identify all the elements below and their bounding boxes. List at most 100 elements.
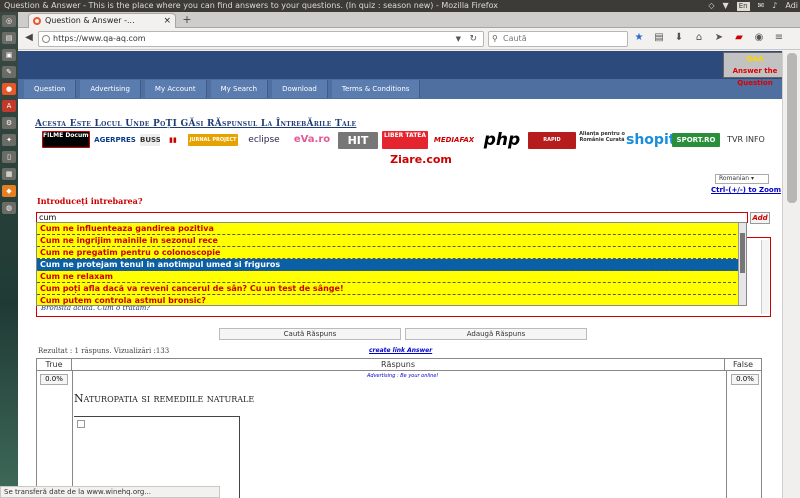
site-menu: Question Advertising My Account My Searc… — [18, 79, 800, 99]
partner-logo-flag[interactable]: ▮▮ — [162, 134, 184, 146]
menu-terms[interactable]: Terms & Conditions — [331, 80, 421, 98]
menu-my-search[interactable]: My Search — [210, 80, 269, 98]
create-link-answer[interactable]: create link Answer — [369, 347, 432, 354]
search-icon: ⚲ — [492, 34, 498, 43]
suggestion-item[interactable]: Cum ne pregatim pentru o colonoscopie — [37, 247, 746, 259]
gimp-icon[interactable]: ✦ — [2, 134, 16, 146]
tab-title: Question & Answer -... — [45, 16, 135, 25]
app2-icon[interactable]: ◆ — [2, 185, 16, 197]
files-icon[interactable]: ▤ — [2, 32, 16, 44]
url-bar[interactable]: https://www.qa-aq.com ▼ ↻ — [38, 31, 484, 47]
suggestion-item[interactable]: Cum putem controla astmul bronsic? — [37, 295, 746, 305]
globe-icon — [42, 35, 50, 43]
results-scrollbar[interactable] — [761, 240, 769, 314]
answer-table-header: True Răspuns False — [37, 359, 761, 371]
partner-logo-eclipse[interactable]: eclipse — [240, 134, 288, 146]
editor-icon[interactable]: ✎ — [2, 66, 16, 78]
partner-logo-hit[interactable]: HIT — [338, 132, 378, 149]
suggestion-item[interactable]: Cum ne ingrijim mainile in sezonul rece — [37, 235, 746, 247]
chat-icon[interactable]: ◉ — [752, 31, 766, 45]
dropbox-icon[interactable]: ◇ — [708, 0, 714, 12]
zoom-hint-link[interactable]: Ctrl-(+/-) to Zoom — [711, 186, 781, 194]
unity-launcher: ◎ ▤ ▣ ✎ ● A ⚙ ✦ ▯ ▦ ◆ ◍ — [0, 12, 18, 498]
pdf-icon[interactable]: ▰ — [732, 31, 746, 45]
keyboard-layout[interactable]: En — [736, 1, 750, 11]
partner-logo-mediafax[interactable]: MEDIAFAX — [430, 134, 478, 146]
col-true-header: True — [37, 359, 72, 370]
suggestion-item[interactable]: Cum ne influenteaza gandirea pozitiva — [37, 223, 746, 235]
partner-logo-sport[interactable]: SPORT.RO — [672, 133, 720, 147]
tab-favicon-icon — [33, 17, 41, 25]
dropdown-scroll-thumb[interactable] — [740, 233, 745, 273]
tab-active[interactable]: Question & Answer -... × — [28, 13, 176, 28]
user-name[interactable]: Adi — [785, 0, 798, 12]
trash-icon[interactable]: ▯ — [2, 151, 16, 163]
downloads-icon[interactable]: ⬇ — [672, 31, 686, 45]
partner-logo-rapid[interactable]: RAPID — [528, 132, 576, 149]
close-tab-icon[interactable]: × — [163, 14, 171, 28]
volume-icon[interactable]: ♪ — [772, 0, 777, 12]
menu-my-account[interactable]: My Account — [144, 80, 207, 98]
add-button[interactable]: Add — [750, 212, 770, 224]
system-tray: ◇ ▼ En ✉ ♪ Adi — [708, 0, 798, 12]
wifi-icon[interactable]: ▼ — [723, 0, 729, 12]
site-logo[interactable]: Q&A Answer the Question — [723, 52, 787, 87]
page-scroll-thumb[interactable] — [787, 53, 797, 203]
question-label: Introduceți intrebarea? — [37, 196, 143, 206]
partner-logo-ziare[interactable]: Ziare.com — [376, 152, 466, 168]
reload-icon[interactable]: ↻ — [469, 32, 477, 46]
menu-download[interactable]: Download — [272, 80, 328, 98]
firefox-icon[interactable]: ● — [2, 83, 16, 95]
vote-false-button[interactable]: 0.0% — [731, 374, 759, 385]
window-title: Question & Answer - This is the place wh… — [4, 1, 498, 10]
partner-logo-shopit[interactable]: shopit — [626, 130, 674, 150]
add-answer-button[interactable]: Adaugă Răspuns — [405, 328, 587, 340]
language-select[interactable]: Romanian ▾ — [715, 174, 769, 184]
workspace-icon[interactable]: ▦ — [2, 168, 16, 180]
dropdown-scrollbar[interactable] — [738, 223, 746, 305]
mail-icon[interactable]: ✉ — [758, 0, 765, 12]
suggestion-item[interactable]: Cum poți afla dacă va reveni cancerul de… — [37, 283, 746, 295]
partner-logo-libertatea[interactable]: LIBER TATEA — [382, 131, 428, 149]
back-arrow-icon[interactable]: ◀ — [22, 31, 36, 45]
dropdown-icon[interactable]: ▼ — [456, 32, 461, 46]
logo-top: Q&A — [746, 55, 764, 63]
settings-icon[interactable]: ⚙ — [2, 117, 16, 129]
partner-logo-jurnal[interactable]: JURNAL PROJECT — [188, 134, 238, 146]
menu-question[interactable]: Question — [24, 80, 77, 98]
bookmarks-icon[interactable]: ▤ — [652, 31, 666, 45]
site-tagline: Acesta Este Locul Unde PoȚI GĂsi RĂspuns… — [35, 119, 357, 129]
partner-logo-php[interactable]: php — [478, 130, 526, 150]
column-divider — [726, 371, 727, 498]
bookmark-star-icon[interactable]: ★ — [632, 31, 646, 45]
search-placeholder: Caută — [503, 34, 527, 43]
page-content: Q&A Answer the Question Question Adverti… — [18, 51, 800, 498]
terminal-icon[interactable]: ▣ — [2, 49, 16, 61]
page-scrollbar[interactable] — [782, 51, 800, 498]
dash-icon[interactable]: ◎ — [2, 15, 16, 27]
partner-logo-tvr[interactable]: TVR INFO — [722, 134, 770, 146]
partner-logo-aliante[interactable]: Alianța pentru o Românie Curată — [578, 131, 626, 149]
status-bar: Se transferă date de la www.winehq.org..… — [0, 486, 220, 498]
partner-logo-buss[interactable]: BUSS — [140, 134, 160, 146]
suggestion-item[interactable]: Cum ne relaxam — [37, 271, 746, 283]
send-icon[interactable]: ➤ — [712, 31, 726, 45]
suggestion-item-selected[interactable]: Cum ne protejam tenul in anotimpul umed … — [37, 259, 746, 271]
language-value: Romanian — [719, 175, 750, 182]
search-answer-button[interactable]: Caută Răspuns — [219, 328, 401, 340]
new-tab-icon[interactable]: + — [180, 13, 194, 27]
home-icon[interactable]: ⌂ — [692, 31, 706, 45]
partner-logo-filme[interactable]: FILME Documentare — [42, 131, 90, 148]
toolbar-icons: ★ ▤ ⬇ ⌂ ➤ ▰ ◉ ≡ — [632, 31, 786, 47]
partner-logo-agerpres[interactable]: AGERPRES — [92, 134, 138, 146]
menu-advertising[interactable]: Advertising — [80, 80, 141, 98]
logo-bottom: Answer the Question — [732, 67, 778, 87]
app-icon[interactable]: A — [2, 100, 16, 112]
search-input[interactable]: ⚲ Caută — [488, 31, 628, 47]
partner-logo-eva[interactable]: eVa.ro — [288, 132, 336, 148]
menu-icon[interactable]: ≡ — [772, 31, 786, 45]
vote-true-button[interactable]: 0.0% — [40, 374, 68, 385]
app3-icon[interactable]: ◍ — [2, 202, 16, 214]
advertising-link[interactable]: Advertising : Be your online! — [367, 373, 438, 379]
broken-image-icon — [77, 420, 85, 428]
